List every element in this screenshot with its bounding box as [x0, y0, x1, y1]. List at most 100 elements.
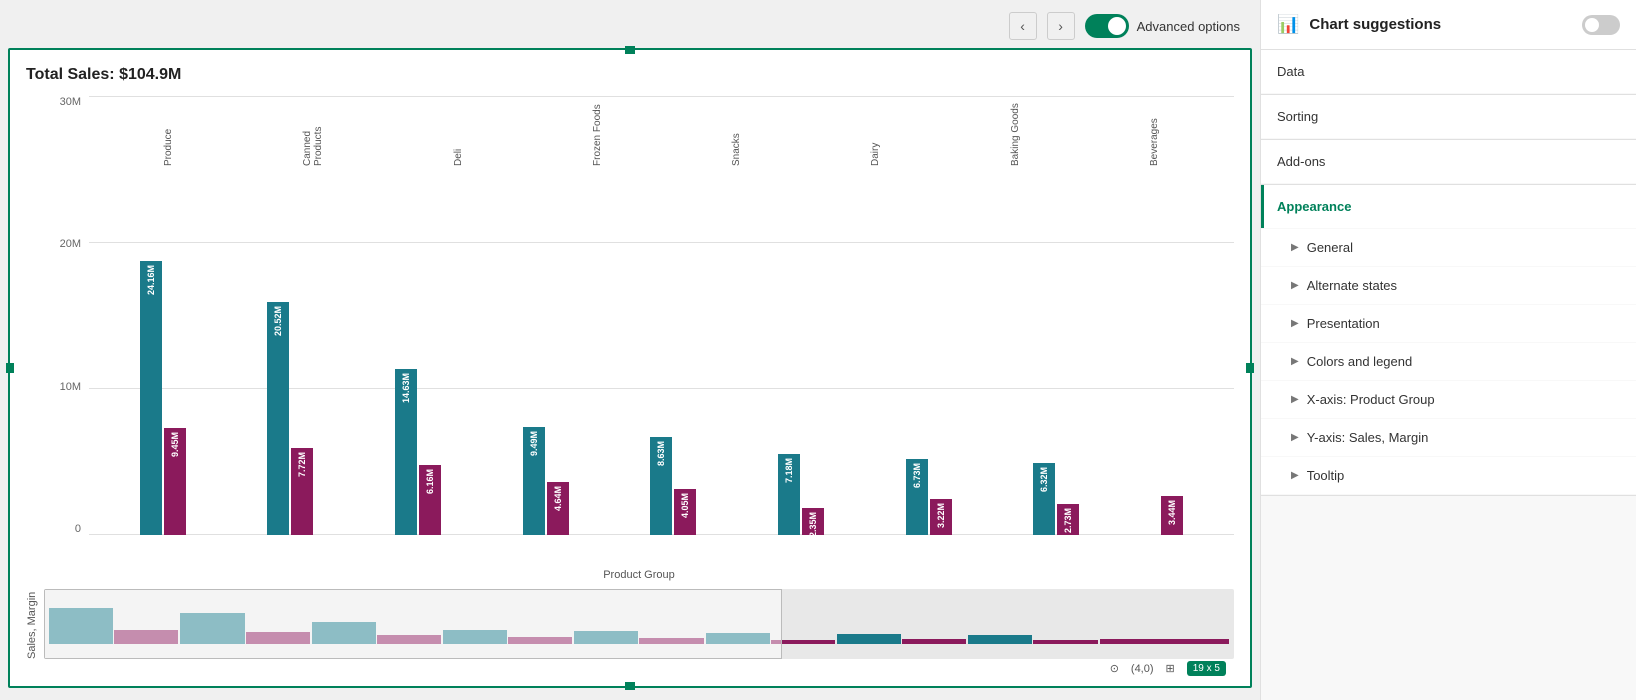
minimap[interactable]: [44, 589, 1234, 659]
bar-maroon-label-2: 6.16M: [425, 469, 435, 494]
bars-row: 24.16M9.45M20.52M7.72M14.63M6.16M9.49M4.…: [89, 96, 1234, 535]
bar-teal-7[interactable]: 6.32M: [1033, 463, 1055, 535]
advanced-options-toggle[interactable]: [1085, 14, 1129, 38]
bar-pair-5: 7.18M 2.35M: [778, 454, 824, 535]
prev-button[interactable]: ‹: [1009, 12, 1037, 40]
general-label: General: [1307, 240, 1353, 255]
sidebar-item-y-axis[interactable]: ▶ Y-axis: Sales, Margin: [1261, 419, 1636, 456]
x-axis-chevron-icon: ▶: [1291, 394, 1299, 405]
alternate-chevron-icon: ▶: [1291, 280, 1299, 291]
bar-group-8: 3.44M: [1161, 496, 1183, 535]
bar-teal-4[interactable]: 8.63M: [650, 437, 672, 535]
bar-teal-1[interactable]: 20.52M: [267, 302, 289, 535]
bar-maroon-8[interactable]: 3.44M: [1161, 496, 1183, 535]
bar-teal-label-6: 6.73M: [912, 463, 922, 488]
presentation-label: Presentation: [1307, 316, 1380, 331]
x-label-2: Deli: [453, 96, 464, 166]
bar-maroon-1[interactable]: 7.72M: [291, 448, 313, 535]
next-button[interactable]: ›: [1047, 12, 1075, 40]
bar-pair-1: 20.52M 7.72M: [267, 302, 313, 535]
mini-maroon-7: [1033, 640, 1097, 644]
toolbar: ‹ › Advanced options: [8, 8, 1252, 48]
minimap-viewport[interactable]: [44, 589, 782, 659]
chart-container: Total Sales: $104.9M Sales, Margin 30M 2…: [8, 48, 1252, 688]
resize-handle-top[interactable]: [625, 46, 635, 54]
grid-icon: ⊞: [1166, 662, 1175, 675]
bar-maroon-5[interactable]: 2.35M: [802, 508, 824, 535]
bar-teal-5[interactable]: 7.18M: [778, 454, 800, 535]
y-tick-0: 0: [75, 523, 81, 535]
bar-maroon-0[interactable]: 9.45M: [164, 428, 186, 535]
bar-group-3: 9.49M4.64M: [523, 427, 569, 535]
mini-maroon-6: [902, 639, 966, 644]
x-label-6: Baking Goods: [1010, 96, 1021, 166]
y-axis-label: Sales, Margin: [26, 96, 38, 659]
x-axis-title: Product Group: [44, 565, 1234, 585]
x-axis-label: X-axis: Product Group: [1307, 392, 1435, 407]
bar-teal-label-7: 6.32M: [1039, 467, 1049, 492]
x-label-0: Produce: [163, 96, 174, 166]
panel-toggle[interactable]: [1582, 15, 1620, 35]
sidebar-item-data[interactable]: Data: [1261, 50, 1636, 93]
bar-teal-label-5: 7.18M: [784, 458, 794, 483]
bar-maroon-label-5: 2.35M: [808, 512, 818, 537]
status-bar: ⊙ (4,0) ⊞ 19 x 5: [26, 659, 1234, 678]
mini-maroon-8: [1100, 639, 1229, 644]
sidebar-item-general[interactable]: ▶ General: [1261, 229, 1636, 266]
sidebar-item-alternate-states[interactable]: ▶ Alternate states: [1261, 267, 1636, 304]
bar-pair-8: 3.44M: [1161, 496, 1183, 535]
y-tick-20m: 20M: [60, 238, 81, 250]
panel-chart-icon: 📊: [1277, 14, 1299, 35]
panel-section-appearance[interactable]: Appearance ▶ General ▶ Alternate states …: [1261, 185, 1636, 496]
sidebar-item-tooltip[interactable]: ▶ Tooltip: [1261, 457, 1636, 494]
sidebar-item-appearance[interactable]: Appearance: [1261, 185, 1636, 228]
mini-group-6: [837, 634, 966, 644]
resize-handle-right[interactable]: [1246, 363, 1254, 373]
colors-label: Colors and legend: [1307, 354, 1413, 369]
mini-teal-7: [968, 635, 1032, 644]
bar-maroon-2[interactable]: 6.16M: [419, 465, 441, 535]
advanced-options-label: Advanced options: [1137, 19, 1240, 34]
bar-maroon-4[interactable]: 4.05M: [674, 489, 696, 535]
bar-pair-3: 9.49M4.64M: [523, 427, 569, 535]
right-panel: 📊 Chart suggestions Data Sorting Add-ons…: [1260, 0, 1636, 700]
sidebar-item-x-axis[interactable]: ▶ X-axis: Product Group: [1261, 381, 1636, 418]
bar-teal-0[interactable]: 24.16M: [140, 261, 162, 535]
bar-teal-6[interactable]: 6.73M: [906, 459, 928, 535]
sidebar-item-presentation[interactable]: ▶ Presentation: [1261, 305, 1636, 342]
sidebar-item-colors-legend[interactable]: ▶ Colors and legend: [1261, 343, 1636, 380]
mini-group-7: [968, 635, 1097, 644]
appearance-label: Appearance: [1277, 199, 1351, 214]
presentation-chevron-icon: ▶: [1291, 318, 1299, 329]
bar-teal-label-1: 20.52M: [273, 306, 283, 336]
bar-maroon-7[interactable]: 2.73M: [1057, 504, 1079, 535]
sidebar-item-sorting[interactable]: Sorting: [1261, 95, 1636, 138]
bar-pair-0: 24.16M 9.45M: [140, 261, 186, 535]
panel-section-sorting[interactable]: Sorting: [1261, 95, 1636, 140]
bar-maroon-6[interactable]: 3.22M: [930, 499, 952, 535]
bar-teal-label-0: 24.16M: [146, 265, 156, 295]
y-axis: 30M 20M 10M 0: [44, 96, 89, 565]
bar-maroon-3[interactable]: 4.64M: [547, 482, 569, 535]
x-label-7: Beverages: [1149, 96, 1160, 166]
bar-maroon-label-7: 2.73M: [1063, 508, 1073, 533]
resize-handle-bottom[interactable]: [625, 682, 635, 690]
resize-handle-left[interactable]: [6, 363, 14, 373]
panel-title: Chart suggestions: [1309, 16, 1572, 33]
y-tick-10m: 10M: [60, 381, 81, 393]
bar-pair-7: 6.32M 2.73M: [1033, 463, 1079, 535]
bar-teal-2[interactable]: 14.63M: [395, 369, 417, 535]
panel-section-data[interactable]: Data: [1261, 50, 1636, 95]
coordinates-value: (4,0): [1131, 663, 1154, 675]
bar-pair-2: 14.63M 6.16M: [395, 369, 441, 535]
y-axis-chevron-icon: ▶: [1291, 432, 1299, 443]
bar-teal-3[interactable]: 9.49M: [523, 427, 545, 535]
y-axis-label-panel: Y-axis: Sales, Margin: [1307, 430, 1429, 445]
sidebar-item-addons[interactable]: Add-ons: [1261, 140, 1636, 183]
bar-maroon-label-8: 3.44M: [1167, 500, 1177, 525]
bar-maroon-label-1: 7.72M: [297, 452, 307, 477]
coordinates-icon: ⊙: [1110, 662, 1119, 675]
panel-section-addons[interactable]: Add-ons: [1261, 140, 1636, 185]
bar-pair-4: 8.63M4.05M: [650, 437, 696, 535]
main-area: ‹ › Advanced options Total Sales: $104.9…: [0, 0, 1260, 700]
